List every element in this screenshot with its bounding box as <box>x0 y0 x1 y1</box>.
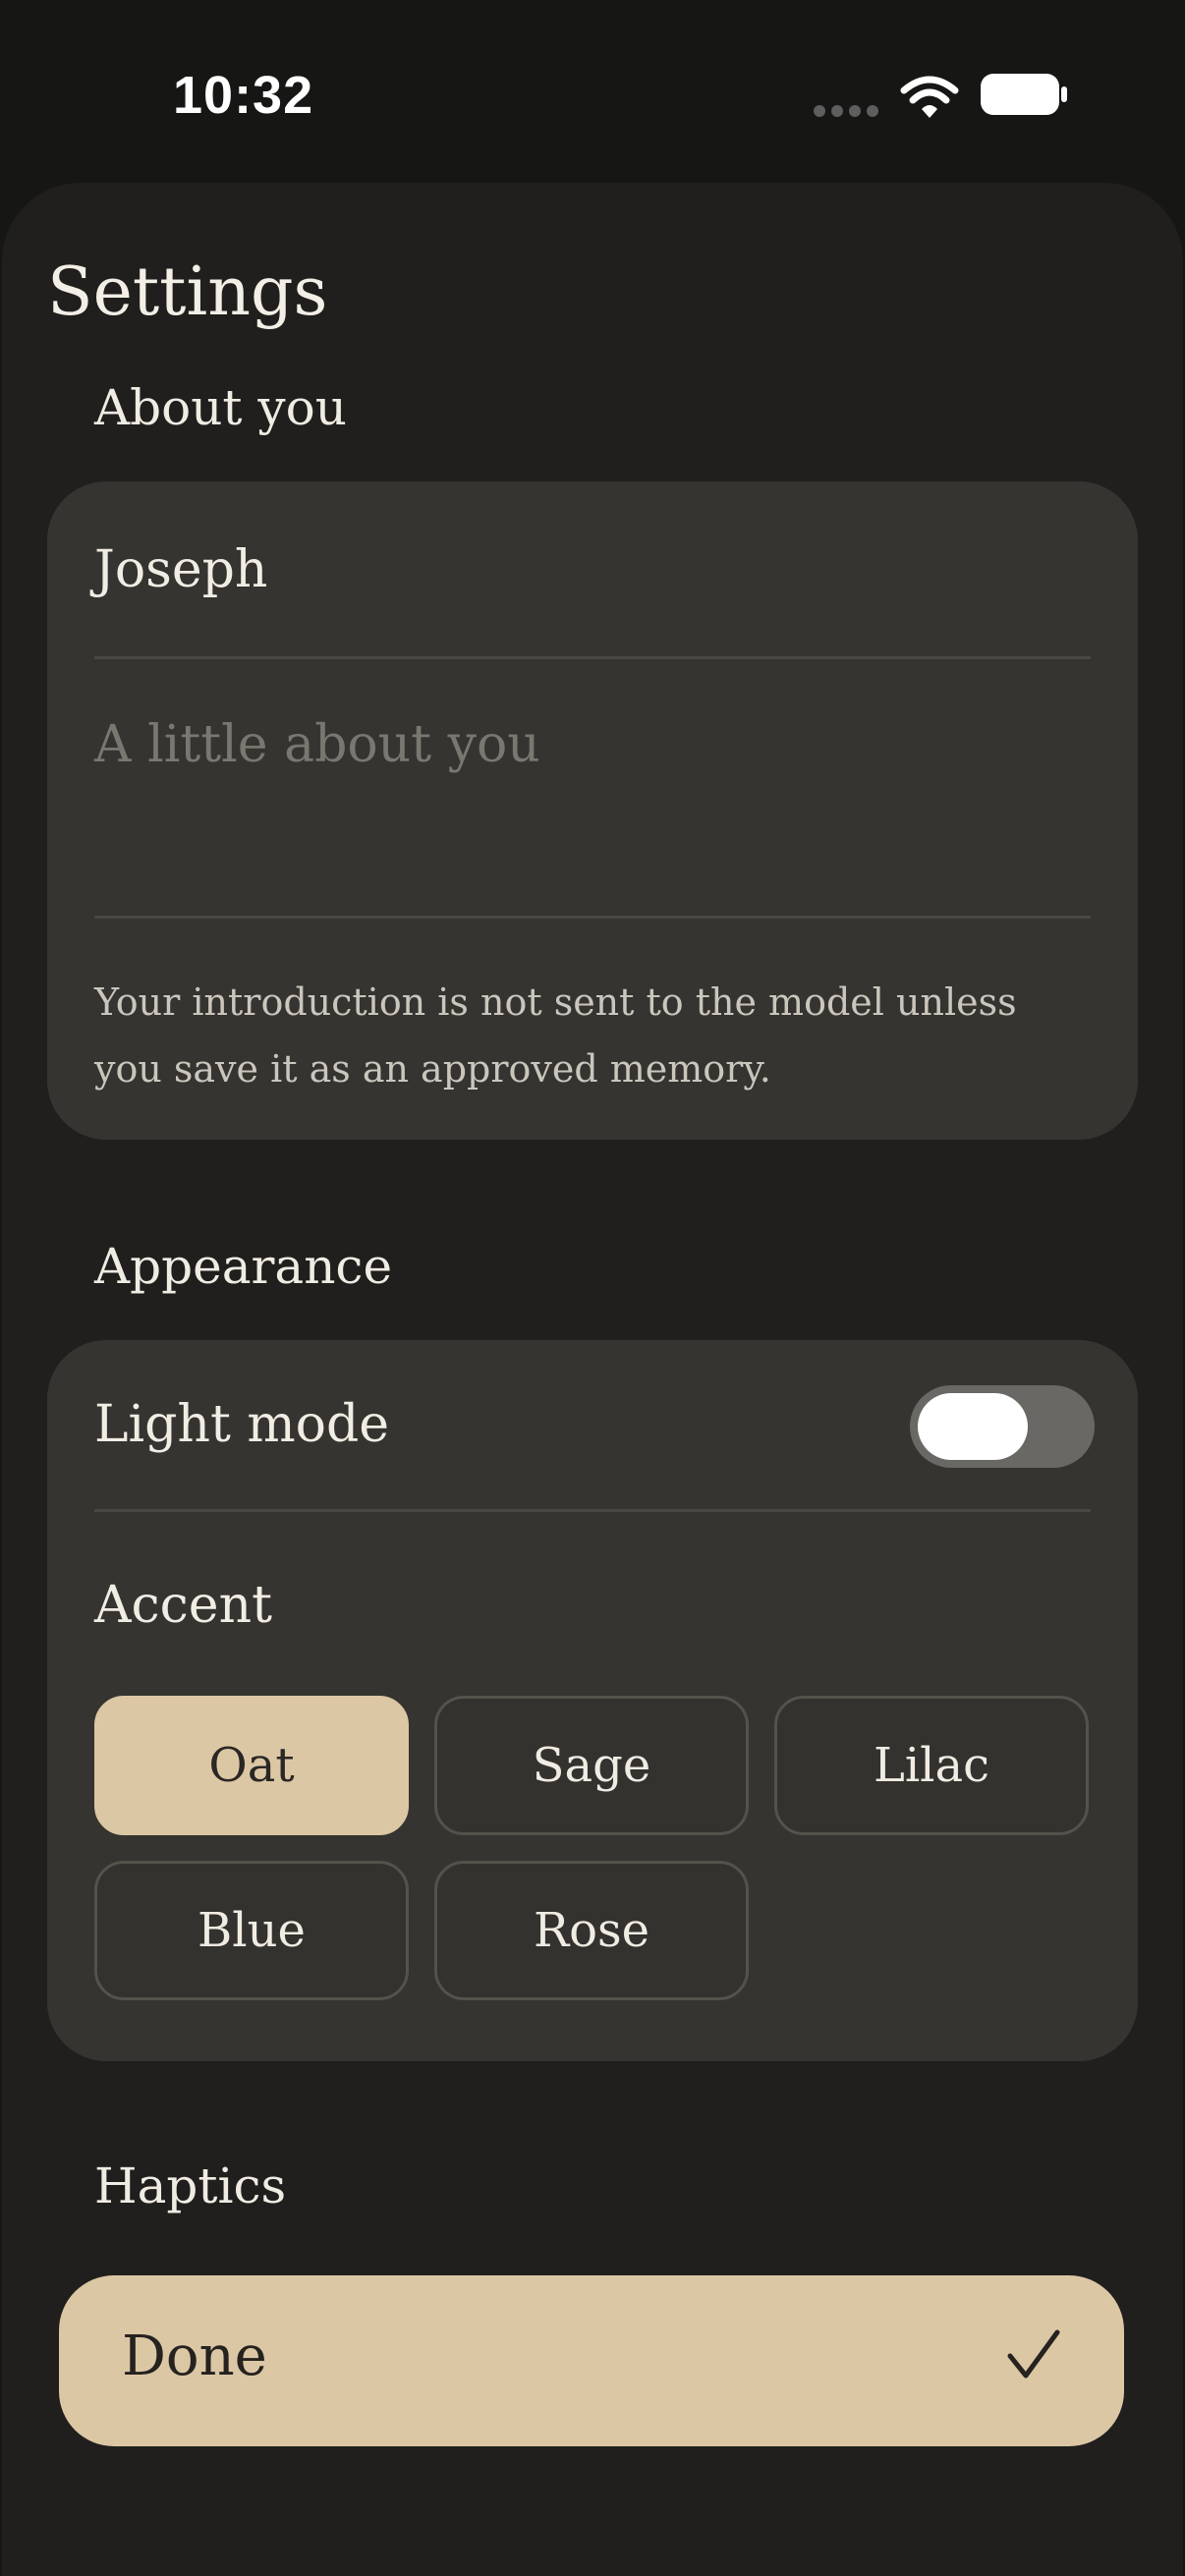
done-button[interactable]: Done <box>59 2275 1124 2446</box>
accent-chip-lilac[interactable]: Lilac <box>774 1696 1089 1835</box>
light-mode-label: Light mode <box>94 1395 390 1454</box>
accent-chip-oat[interactable]: Oat <box>94 1696 409 1835</box>
battery-icon <box>981 74 1067 115</box>
accent-label: Accent <box>94 1576 272 1635</box>
cellular-signal-icon <box>814 105 878 119</box>
about-card: Joseph A little about you Your introduct… <box>47 481 1138 1140</box>
status-time: 10:32 <box>173 66 314 125</box>
toggle-knob <box>918 1393 1028 1460</box>
divider <box>94 1509 1091 1512</box>
divider <box>94 916 1091 919</box>
done-label: Done <box>122 2324 267 2388</box>
section-label-appearance: Appearance <box>94 1238 393 1295</box>
appearance-card: Light mode Accent Oat Sage Lilac Blue Ro… <box>47 1340 1138 2061</box>
light-mode-toggle[interactable] <box>910 1385 1095 1468</box>
status-bar: 10:32 <box>0 0 1185 187</box>
intro-note: Your introduction is not sent to the mod… <box>94 980 1017 1091</box>
check-icon <box>1007 2329 1060 2379</box>
intro-textarea[interactable]: A little about you <box>94 715 540 774</box>
name-field[interactable]: Joseph <box>94 540 267 599</box>
divider <box>94 656 1091 659</box>
section-label-about: About you <box>94 379 347 436</box>
page-title: Settings <box>47 253 328 331</box>
wifi-icon <box>900 76 959 118</box>
accent-chip-rose[interactable]: Rose <box>434 1861 749 2000</box>
section-label-haptics: Haptics <box>94 2157 287 2214</box>
accent-chip-sage[interactable]: Sage <box>434 1696 749 1835</box>
accent-chip-blue[interactable]: Blue <box>94 1861 409 2000</box>
